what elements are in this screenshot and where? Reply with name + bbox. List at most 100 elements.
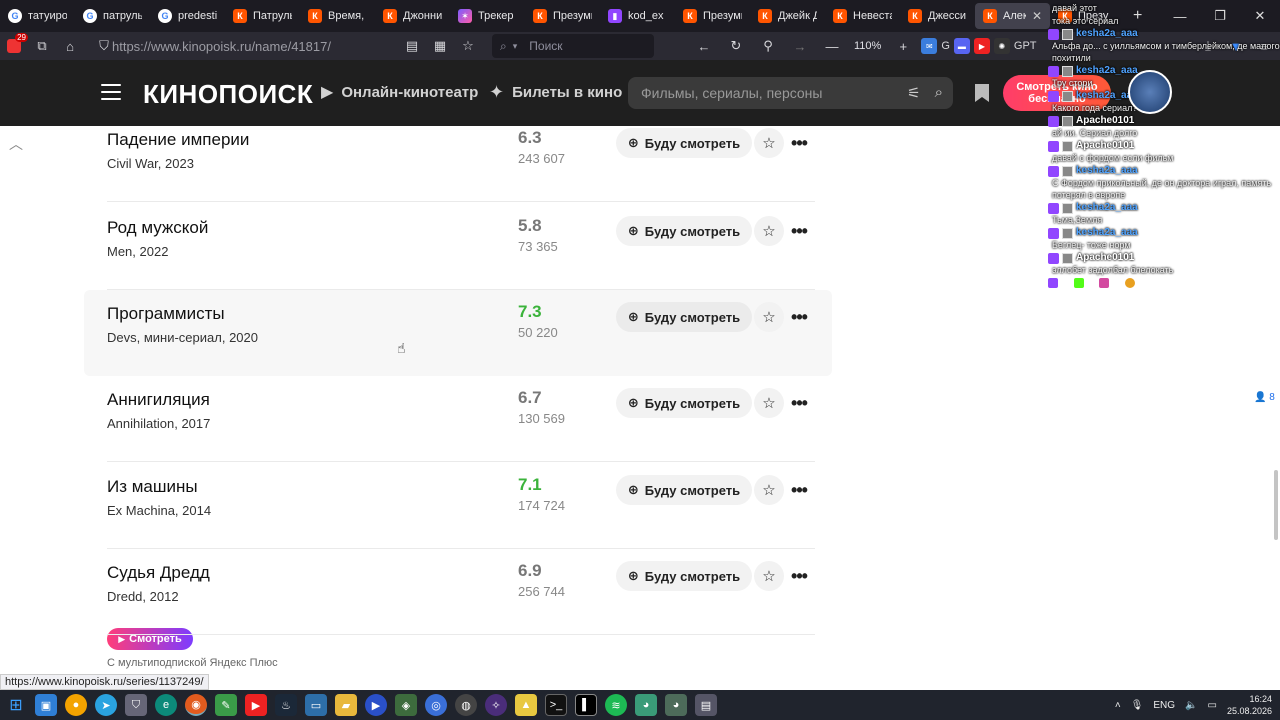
browser-tab[interactable]: К Патруль <box>225 0 300 32</box>
media-player-icon[interactable]: ▶ <box>365 694 387 716</box>
hamburger-menu-icon[interactable] <box>101 84 121 100</box>
more-options-button[interactable]: ••• <box>788 302 810 332</box>
chevron-up-icon[interactable]: ︿ <box>9 134 23 154</box>
browser-tab[interactable]: К Невеста <box>825 0 900 32</box>
photos-app-icon[interactable]: ▣ <box>35 694 57 716</box>
home-icon[interactable]: ⌂ <box>58 34 82 58</box>
watch-later-button[interactable]: ⊕ Буду смотреть <box>616 216 752 246</box>
film-title[interactable]: Судья Дредд <box>107 563 210 583</box>
terminal-icon[interactable]: >_ <box>545 694 567 716</box>
film-title[interactable]: Падение империи <box>107 130 249 150</box>
film-row[interactable]: Программисты Devs, мини-сериал, 2020 7.3 50… <box>84 290 832 376</box>
chat-username[interactable]: Apache0101 <box>1048 115 1280 127</box>
page-scrollbar[interactable] <box>1274 470 1278 540</box>
folder-icon[interactable]: ▰ <box>335 694 357 716</box>
film-title[interactable]: Род мужской <box>107 218 208 238</box>
app-icon-black[interactable]: ▌ <box>575 694 597 716</box>
notepad-icon[interactable]: ✎ <box>215 694 237 716</box>
rate-star-button[interactable]: ☆ <box>754 388 784 418</box>
steam-icon[interactable]: ♨ <box>275 694 297 716</box>
browser-tab[interactable]: К Время, 2 <box>300 0 375 32</box>
app-icon-orange[interactable]: ● <box>65 694 87 716</box>
rate-star-button[interactable]: ☆ <box>754 216 784 246</box>
rate-star-button[interactable]: ☆ <box>754 561 784 591</box>
translate-icon[interactable]: ⚲ <box>756 34 780 58</box>
spotify-icon[interactable]: ≋ <box>605 694 627 716</box>
watch-later-button[interactable]: ⊕ Буду смотреть <box>616 128 752 158</box>
search-icon[interactable]: ⌕ <box>935 84 943 102</box>
edge-icon[interactable]: e <box>155 694 177 716</box>
watch-later-button[interactable]: ⊕ Буду смотреть <box>616 302 752 332</box>
browser-search-input[interactable]: ⌕ ▾ Поиск <box>492 34 654 58</box>
browser-tab[interactable]: К Презумп <box>525 0 600 32</box>
chat-username[interactable]: Apache0101 <box>1048 252 1280 264</box>
telegram-icon[interactable]: ➤ <box>95 694 117 716</box>
bookmark-star-icon[interactable]: ☆ <box>456 34 480 58</box>
browser-tab[interactable]: Gтатуиров <box>0 0 75 32</box>
rate-star-button[interactable]: ☆ <box>754 128 784 158</box>
discord-alt-icon[interactable]: ◕ <box>665 694 687 716</box>
chevron-up-icon[interactable]: ˄ <box>1115 700 1121 711</box>
more-options-button[interactable]: ••• <box>788 475 810 505</box>
site-search-input[interactable]: Фильмы, сериалы, персоны ⚟ ⌕ <box>628 77 953 109</box>
app-icon-green[interactable]: ◈ <box>395 694 417 716</box>
app-icon-purple[interactable]: ✧ <box>485 694 507 716</box>
chat-username[interactable]: kesha2a_aaa <box>1048 202 1280 214</box>
watch-later-button[interactable]: ⊕ Буду смотреть <box>616 475 752 505</box>
browser-tab[interactable]: Gпатруль <box>75 0 150 32</box>
mail-extension-icon[interactable]: ✉ <box>921 38 938 54</box>
film-row[interactable]: Из машины Ex Machina, 2014 7.1 174 724 ⊕ Буду… <box>107 463 815 549</box>
browser-tab[interactable]: Gpredestin <box>150 0 225 32</box>
watch-later-button[interactable]: ⊕ Буду смотреть <box>616 561 752 591</box>
close-tab-icon[interactable]: ✕ <box>1032 9 1042 23</box>
film-row[interactable]: Падение империи Civil War, 2023 6.3 243 607… <box>107 126 815 202</box>
browser-tab[interactable]: К Джесси <box>900 0 975 32</box>
rate-star-button[interactable]: ☆ <box>754 475 784 505</box>
more-options-button[interactable]: ••• <box>788 388 810 418</box>
app-icon-yellow[interactable]: ▲ <box>515 694 537 716</box>
kinopoisk-logo[interactable]: КИНОПОИСК <box>143 79 313 110</box>
zoom-level[interactable]: 110% <box>850 40 885 52</box>
battery-icon[interactable]: ▭ <box>1208 700 1217 711</box>
reload-icon[interactable]: ↻ <box>724 34 748 58</box>
film-title[interactable]: Аннигиляция <box>107 390 210 410</box>
windows-start-icon[interactable]: ⊞ <box>5 694 27 716</box>
youtube-extension-icon[interactable]: ▶ <box>973 38 990 54</box>
gpt-label[interactable]: GPT <box>1014 40 1037 52</box>
youtube-app-icon[interactable]: ▶ <box>245 694 267 716</box>
film-row[interactable]: Судья Дредд Dredd, 2012 6.9 256 744 ⊕ Буду см… <box>107 549 815 635</box>
rate-star-button[interactable]: ☆ <box>754 302 784 332</box>
chat-username[interactable]: kesha2a_aaa <box>1048 227 1280 239</box>
firefox-icon[interactable]: ◉ <box>185 694 207 716</box>
browser-tab[interactable]: ▮ kod_ex - <box>600 0 675 32</box>
film-row[interactable]: Род мужской Men, 2022 5.8 73 365 ⊕ Буду смотр… <box>107 204 815 290</box>
gpt-extension-icon[interactable]: ✺ <box>993 38 1010 54</box>
discord-icon[interactable]: ◕ <box>635 694 657 716</box>
film-title[interactable]: Из машины <box>107 477 198 497</box>
grid-icon[interactable]: ▦ <box>428 34 452 58</box>
browser-tab[interactable]: К Презумп <box>675 0 750 32</box>
zoom-in-icon[interactable]: + <box>891 34 915 58</box>
clock[interactable]: 16:24 25.08.2026 <box>1227 693 1272 717</box>
more-options-button[interactable]: ••• <box>788 216 810 246</box>
document-icon[interactable]: ▤ <box>695 694 717 716</box>
shield-app-icon[interactable]: ⛉ <box>125 694 147 716</box>
language-indicator[interactable]: ENG <box>1153 700 1175 711</box>
zoom-out-icon[interactable]: — <box>820 34 844 58</box>
nav-online-cinema[interactable]: ▶ Онлайн-кинотеатр <box>321 82 478 102</box>
chat-username[interactable]: kesha2a_aaa <box>1048 28 1280 40</box>
watch-later-button[interactable]: ⊕ Буду смотреть <box>616 388 752 418</box>
film-row[interactable]: Аннигиляция Annihilation, 2017 6.7 130 569 ⊕… <box>107 376 815 462</box>
obs-icon[interactable]: ◍ <box>455 694 477 716</box>
reader-mode-icon[interactable]: ▤ <box>400 34 424 58</box>
more-options-button[interactable]: ••• <box>788 561 810 591</box>
film-title[interactable]: Программисты <box>107 304 225 324</box>
chat-username[interactable]: Apache0101 <box>1048 140 1280 152</box>
g-extension-label[interactable]: G <box>941 40 950 52</box>
browser-tab[interactable]: К Джейк Д <box>750 0 825 32</box>
app-icon-blue[interactable]: ◎ <box>425 694 447 716</box>
forward-icon[interactable]: → <box>788 34 812 58</box>
chat-username[interactable]: kesha2a_aaa <box>1048 165 1280 177</box>
chat-extension-icon[interactable]: ▬ <box>953 38 970 54</box>
filter-icon[interactable]: ⚟ <box>907 84 920 102</box>
